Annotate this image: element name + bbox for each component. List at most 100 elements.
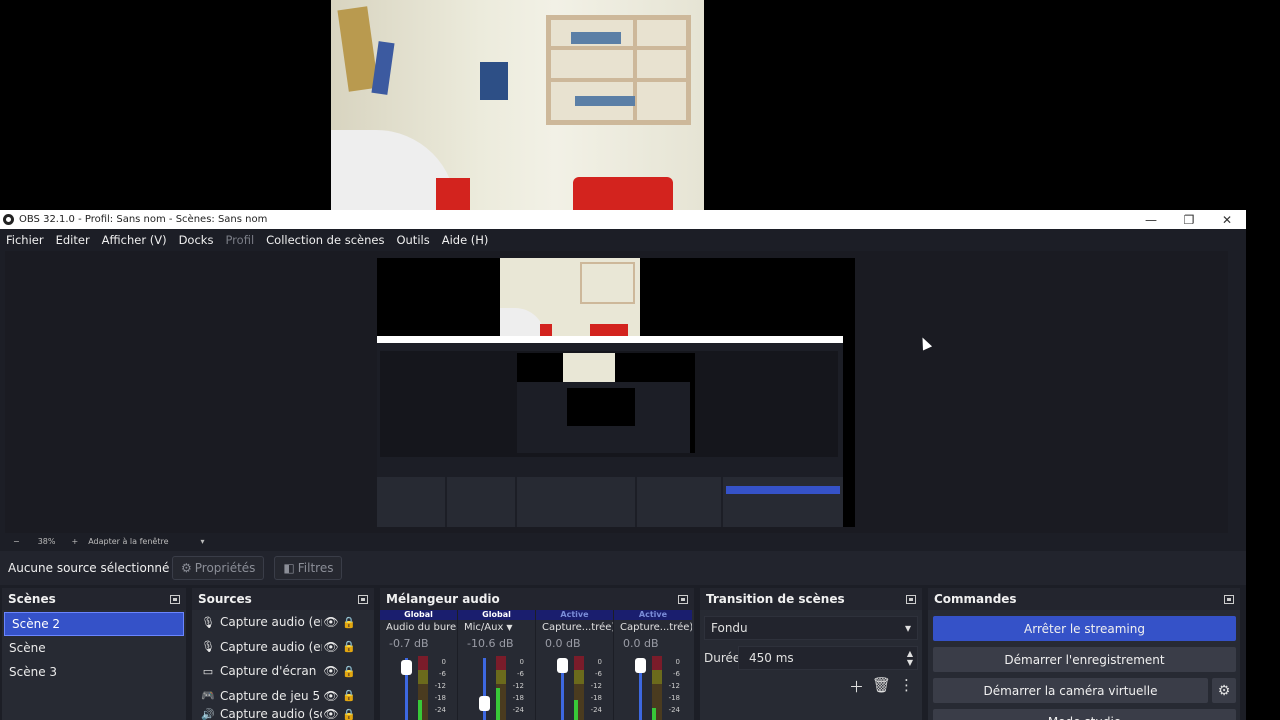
menu-editer[interactable]: Editer xyxy=(56,233,90,247)
lock-icon[interactable]: 🔒 xyxy=(340,665,358,678)
transition-type: Fondu xyxy=(711,621,748,635)
channel-name[interactable]: Capture...trée) 2▼ xyxy=(536,620,613,634)
fader-knob[interactable] xyxy=(635,658,646,673)
properties-label: Propriétés xyxy=(194,561,256,575)
properties-bar: Aucune source sélectionné ⚙ Propriétés ◧… xyxy=(0,551,1246,585)
obs-logo-icon xyxy=(3,214,14,225)
lock-icon[interactable]: 🔒 xyxy=(340,616,358,629)
visibility-eye-icon[interactable]: 👁 xyxy=(322,664,340,678)
source-item[interactable]: 🎙 Capture audio (entré 👁 🔒 xyxy=(192,635,374,660)
scene-item[interactable]: Scène 2 xyxy=(4,612,184,636)
source-label: Capture d'écran xyxy=(220,664,317,679)
commands-title: Commandes xyxy=(934,592,1017,606)
screen: OBS 32.1.0 - Profil: Sans nom - Scènes: … xyxy=(0,0,1280,720)
dock-area: Scènes Scène 2 Scène Scène 3 Sources 🎙 C… xyxy=(0,588,1246,720)
menu-aide[interactable]: Aide (H) xyxy=(442,233,489,247)
webcam-feed xyxy=(331,0,704,210)
sources-dock-title: Sources xyxy=(192,588,374,610)
menu-fichier[interactable]: Fichier xyxy=(6,233,44,247)
window-title: OBS 32.1.0 - Profil: Sans nom - Scènes: … xyxy=(19,214,268,225)
gamepad-icon: 🎮 xyxy=(201,689,215,703)
channel-name[interactable]: Capture...trée) 3▼ xyxy=(614,620,692,634)
start-recording-button[interactable]: Démarrer l'enregistrement xyxy=(933,647,1236,672)
mixer-dock-title: Mélangeur audio xyxy=(380,588,694,610)
undock-icon[interactable] xyxy=(678,594,688,604)
mixer-channel: Active Capture...trée) 3▼ 0.0 dB 0-6-12-… xyxy=(614,610,692,720)
close-button[interactable]: ✕ xyxy=(1208,213,1246,227)
studio-mode-button[interactable]: Mode studio xyxy=(933,709,1236,720)
channel-name[interactable]: Mic/Aux ▼ xyxy=(458,620,535,634)
fader-knob[interactable] xyxy=(401,660,412,675)
visibility-eye-icon[interactable]: 👁 xyxy=(322,689,340,703)
spin-arrows-icon[interactable]: ▲ ▼ xyxy=(907,649,913,667)
fit-window-label[interactable]: Adapter à la fenêtre xyxy=(88,537,168,546)
source-label: Capture audio (entré xyxy=(220,639,322,654)
zoom-out-button[interactable]: − xyxy=(13,537,20,546)
wall-poster xyxy=(480,62,508,100)
mixer-channels: Global Audio du bureau▼ -0.7 dB 0-6-12-1… xyxy=(380,610,694,720)
level-meter xyxy=(574,656,584,720)
more-options-icon[interactable]: ⋮ xyxy=(899,676,914,697)
trash-icon[interactable]: 🗑 xyxy=(872,676,891,697)
undock-icon[interactable] xyxy=(170,594,180,604)
scene-item[interactable]: Scène 3 xyxy=(2,660,186,684)
fader-knob[interactable] xyxy=(479,696,490,711)
gear-icon[interactable]: ⚙ xyxy=(1212,678,1236,703)
commands-dock-title: Commandes xyxy=(928,588,1240,610)
transition-title: Transition de scènes xyxy=(706,592,845,606)
zoom-level: 38% xyxy=(37,536,56,546)
menu-collection[interactable]: Collection de scènes xyxy=(266,233,384,247)
program-preview[interactable] xyxy=(377,258,855,527)
visibility-eye-icon[interactable]: 👁 xyxy=(322,640,340,654)
visibility-eye-icon[interactable]: 👁 xyxy=(322,615,340,629)
sources-dock: Sources 🎙 Capture audio (entré 👁 🔒 🎙 Cap… xyxy=(192,588,374,720)
start-virtual-camera-button[interactable]: Démarrer la caméra virtuelle xyxy=(933,678,1208,703)
virtual-cam-row: Démarrer la caméra virtuelle ⚙ xyxy=(928,672,1240,703)
preview-scrollbar[interactable] xyxy=(1228,251,1242,533)
duration-spinbox[interactable]: 450 ms ▲ ▼ xyxy=(738,646,918,670)
lock-icon[interactable]: 🔒 xyxy=(340,640,358,653)
channel-name[interactable]: Audio du bureau▼ xyxy=(380,620,457,634)
scene-item[interactable]: Scène xyxy=(2,636,186,660)
source-item[interactable]: 🎙 Capture audio (entré 👁 🔒 xyxy=(192,610,374,635)
restore-button[interactable]: ❐ xyxy=(1170,213,1208,227)
channel-db: -10.6 dB xyxy=(467,636,514,650)
menu-profil[interactable]: Profil xyxy=(225,233,254,247)
microphone-icon: 🎙 xyxy=(201,640,215,654)
stop-streaming-button[interactable]: Arrêter le streaming xyxy=(933,616,1236,641)
properties-button[interactable]: ⚙ Propriétés xyxy=(172,556,265,580)
lock-icon[interactable]: 🔒 xyxy=(340,689,358,702)
add-icon[interactable]: ＋ xyxy=(849,676,864,697)
transition-select[interactable]: Fondu ▾ xyxy=(704,616,918,640)
undock-icon[interactable] xyxy=(906,594,916,604)
undock-icon[interactable] xyxy=(358,594,368,604)
scenes-title: Scènes xyxy=(8,592,56,606)
fader-knob[interactable] xyxy=(557,658,568,673)
menu-outils[interactable]: Outils xyxy=(396,233,429,247)
undock-icon[interactable] xyxy=(1224,594,1234,604)
zoom-dropdown-icon[interactable]: ▾ xyxy=(200,537,204,546)
filters-button[interactable]: ◧ Filtres xyxy=(274,556,343,580)
mixer-title: Mélangeur audio xyxy=(386,592,500,606)
channel-header: Global xyxy=(380,610,457,620)
duration-row: Durée 450 ms ▲ ▼ xyxy=(704,646,918,670)
channel-db: 0.0 dB xyxy=(545,636,581,650)
menu-afficher[interactable]: Afficher (V) xyxy=(102,233,167,247)
wall-shelf xyxy=(546,15,691,125)
minimize-button[interactable]: — xyxy=(1132,213,1170,227)
source-item[interactable]: ▭ Capture d'écran 👁 🔒 xyxy=(192,659,374,684)
chair xyxy=(573,177,673,210)
chevron-down-icon[interactable]: ▼ xyxy=(506,623,512,632)
filters-label: Filtres xyxy=(297,561,334,575)
source-item[interactable]: 🔊 Capture audio (sortie 👁 🔒 xyxy=(192,708,374,720)
sources-title: Sources xyxy=(198,592,252,606)
source-item[interactable]: 🎮 Capture de jeu 5 👁 🔒 xyxy=(192,684,374,709)
zoom-in-button[interactable]: + xyxy=(71,537,78,546)
visibility-eye-icon[interactable]: 👁 xyxy=(322,708,340,720)
preview-area[interactable] xyxy=(5,251,1228,533)
lock-icon[interactable]: 🔒 xyxy=(340,708,358,720)
mixer-channel: Active Capture...trée) 2▼ 0.0 dB 0-6-12-… xyxy=(536,610,614,720)
menu-docks[interactable]: Docks xyxy=(179,233,214,247)
channel-db: 0.0 dB xyxy=(623,636,659,650)
transition-dock: Transition de scènes Fondu ▾ Durée 450 m… xyxy=(700,588,922,720)
